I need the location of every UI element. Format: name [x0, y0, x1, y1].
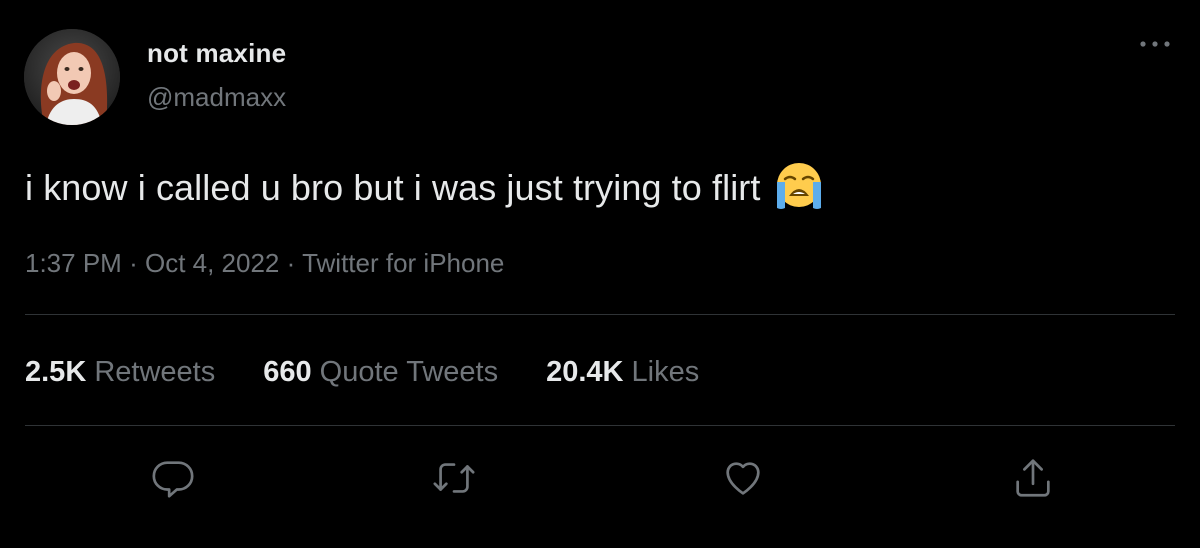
avatar[interactable]: [24, 29, 120, 125]
author-handle[interactable]: @madmaxx: [147, 82, 286, 113]
more-options-icon[interactable]: [1138, 36, 1172, 52]
tweet-date: Oct 4, 2022: [144, 248, 280, 278]
divider: [25, 314, 1175, 315]
retweets-label: Retweets: [94, 356, 216, 388]
tweet-metadata: 1:37 PM · Oct 4, 2022 · Twitter for iPho…: [25, 248, 504, 279]
meta-separator: ·: [129, 248, 138, 278]
share-icon[interactable]: [1010, 455, 1056, 501]
likes-label: Likes: [631, 356, 700, 388]
retweets-stat[interactable]: 2.5K Retweets: [25, 356, 215, 389]
like-heart-icon[interactable]: [720, 455, 766, 501]
quote-tweets-stat[interactable]: 660 Quote Tweets: [263, 356, 498, 389]
retweets-count: 2.5K: [25, 356, 87, 388]
engagement-stats: 2.5K Retweets 660 Quote Tweets 20.4K Lik…: [25, 356, 747, 389]
likes-count: 20.4K: [546, 356, 624, 388]
tweet-text-content: i know i called u bro but i was just try…: [25, 167, 761, 208]
retweet-icon[interactable]: [431, 455, 477, 501]
quote-tweets-label: Quote Tweets: [319, 356, 499, 388]
tweet-text: i know i called u bro but i was just try…: [25, 160, 829, 210]
tweet-source[interactable]: Twitter for iPhone: [302, 248, 504, 278]
tweet-time: 1:37 PM: [25, 248, 122, 278]
avatar-image: [24, 29, 120, 125]
reply-icon[interactable]: [150, 455, 196, 501]
divider: [25, 425, 1175, 426]
loudly-crying-face-icon: [769, 160, 829, 210]
meta-separator: ·: [286, 248, 296, 278]
tweet-card: not maxine @madmaxx i know i called u br…: [0, 0, 1200, 548]
likes-stat[interactable]: 20.4K Likes: [546, 356, 699, 389]
quote-tweets-count: 660: [263, 356, 312, 388]
author-display-name[interactable]: not maxine: [147, 38, 286, 69]
